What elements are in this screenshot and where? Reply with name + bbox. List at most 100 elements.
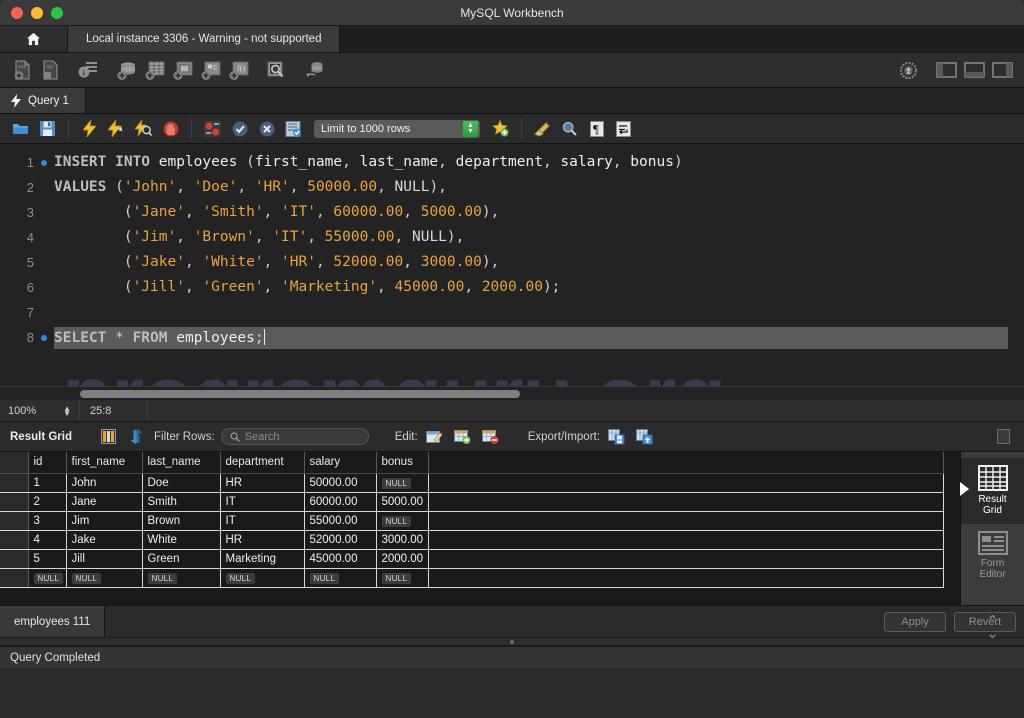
column-header[interactable] xyxy=(428,452,944,474)
table-cell[interactable]: NULL xyxy=(376,568,429,588)
row-selector-cell[interactable] xyxy=(0,568,29,588)
table-cell[interactable]: 50000.00 xyxy=(304,472,377,493)
editor-scrollbar-thumb[interactable] xyxy=(80,390,520,398)
revert-button[interactable]: Revert xyxy=(954,611,1016,632)
toggle-secondary-sidebar-button[interactable] xyxy=(988,57,1016,83)
new-sql-file-button[interactable]: SQL xyxy=(8,57,36,83)
row-limit-select[interactable]: Limit to 1000 rows ▲ ▼ xyxy=(314,119,480,138)
column-header[interactable]: bonus xyxy=(376,452,429,474)
table-cell[interactable]: Smith xyxy=(142,492,221,512)
server-info-button[interactable]: i xyxy=(74,57,102,83)
find-button[interactable] xyxy=(557,117,582,141)
table-cell[interactable]: 45000.00 xyxy=(304,549,377,569)
table-cell[interactable]: 52000.00 xyxy=(304,530,377,550)
filter-columns-button[interactable] xyxy=(98,426,120,448)
table-cell[interactable]: NULL xyxy=(376,472,429,493)
editor-zoom-stepper-icon[interactable]: ▲ ▼ xyxy=(63,404,71,417)
column-header[interactable]: salary xyxy=(304,452,377,474)
table-cell[interactable]: Green xyxy=(142,549,221,569)
editor-zoom-control[interactable]: 100% ▲ ▼ xyxy=(0,400,80,421)
explain-statement-button[interactable] xyxy=(131,117,156,141)
row-limit-stepper[interactable]: ▲ ▼ xyxy=(463,120,478,137)
table-cell[interactable]: 3 xyxy=(28,511,67,531)
close-window-button[interactable] xyxy=(11,6,23,19)
table-cell[interactable]: IT xyxy=(220,492,305,512)
save-script-button[interactable] xyxy=(35,117,60,141)
minimize-window-button[interactable] xyxy=(31,6,43,19)
table-cell[interactable]: 4 xyxy=(28,530,67,550)
toggle-output-button[interactable] xyxy=(960,57,988,83)
toggle-breakpoint-button[interactable] xyxy=(200,117,225,141)
connection-tab[interactable]: Local instance 3306 - Warning - not supp… xyxy=(68,26,341,52)
column-header[interactable]: department xyxy=(220,452,305,474)
table-cell[interactable]: Jill xyxy=(66,549,143,569)
delete-row-button[interactable] xyxy=(480,426,502,448)
execute-statement-button[interactable] xyxy=(77,117,102,141)
export-recordset-button[interactable] xyxy=(606,426,628,448)
table-cell[interactable]: 2 xyxy=(28,492,67,512)
new-function-button[interactable]: f() xyxy=(224,57,252,83)
row-selector-cell[interactable] xyxy=(0,472,29,493)
autocommit-button[interactable] xyxy=(281,117,306,141)
table-cell[interactable] xyxy=(428,511,944,531)
code-line[interactable]: 2 VALUES ('John', 'Doe', 'HR', 50000.00, … xyxy=(0,175,1024,200)
toggle-sidebar-button[interactable] xyxy=(932,57,960,83)
table-cell[interactable]: HR xyxy=(220,530,305,550)
sql-code-area[interactable]: 1 INSERT INTO employees (first_name, last… xyxy=(0,144,1024,350)
table-row[interactable]: NULL NULL NULL NULL NULL NULL xyxy=(0,568,944,588)
table-cell[interactable]: NULL xyxy=(66,568,143,588)
table-cell[interactable]: 2000.00 xyxy=(376,549,429,569)
table-cell[interactable]: Jane xyxy=(66,492,143,512)
result-set-tab[interactable]: employees 111 xyxy=(0,606,106,637)
open-script-button[interactable] xyxy=(8,117,33,141)
table-cell[interactable]: HR xyxy=(220,472,305,493)
table-cell[interactable] xyxy=(428,549,944,569)
wrap-lines-button[interactable] xyxy=(611,117,636,141)
side-item-result-grid[interactable]: Result Grid xyxy=(960,458,1024,524)
table-row[interactable]: 2 Jane Smith IT 60000.00 5000.00 xyxy=(0,492,944,512)
insert-row-button[interactable] xyxy=(452,426,474,448)
table-cell[interactable]: White xyxy=(142,530,221,550)
table-cell[interactable] xyxy=(428,472,944,493)
table-cell[interactable]: Doe xyxy=(142,472,221,493)
maximize-window-button[interactable] xyxy=(51,6,63,19)
beautify-query-button[interactable] xyxy=(488,117,513,141)
table-cell[interactable]: NULL xyxy=(220,568,305,588)
new-schema-button[interactable] xyxy=(112,57,140,83)
query-tab[interactable]: Query 1 xyxy=(0,88,86,113)
row-selector-cell[interactable] xyxy=(0,530,29,550)
settings-gear-button[interactable] xyxy=(894,57,922,83)
result-grid-table[interactable]: id first_name last_name department salary bon… xyxy=(0,452,944,588)
result-grid-vertical-scrollbar[interactable] xyxy=(950,473,960,605)
row-selector-cell[interactable] xyxy=(0,511,29,531)
rollback-button[interactable] xyxy=(254,117,279,141)
table-cell[interactable]: 5000.00 xyxy=(376,492,429,512)
expand-collapse-chevrons-icon[interactable]: ⌃ ⌄ xyxy=(986,614,999,641)
column-header[interactable]: last_name xyxy=(142,452,221,474)
table-cell[interactable]: 3000.00 xyxy=(376,530,429,550)
table-cell[interactable]: NULL xyxy=(142,568,221,588)
code-line[interactable]: 4 ('Jim', 'Brown', 'IT', 55000.00, NULL)… xyxy=(0,225,1024,250)
result-grid-body[interactable]: 1 John Doe HR 50000.00 NULL 2 Jane Smith IT 60000.… xyxy=(0,472,944,588)
code-line[interactable]: 3 ('Jane', 'Smith', 'IT', 60000.00, 5000… xyxy=(0,200,1024,225)
table-cell[interactable]: Brown xyxy=(142,511,221,531)
table-cell[interactable] xyxy=(428,492,944,512)
code-line[interactable]: 7 xyxy=(0,300,1024,325)
side-item-form-editor[interactable]: Form Editor xyxy=(961,524,1024,588)
new-procedure-button[interactable] xyxy=(196,57,224,83)
code-line[interactable]: 1 INSERT INTO employees (first_name, last… xyxy=(0,150,1024,175)
result-grid-host[interactable]: id first_name last_name department salary bon… xyxy=(0,452,960,605)
filter-rows-search-input[interactable]: Search xyxy=(220,428,369,445)
bottom-splitter[interactable] xyxy=(0,637,1024,646)
table-cell[interactable]: Jim xyxy=(66,511,143,531)
commit-button[interactable] xyxy=(227,117,252,141)
table-row[interactable]: 3 Jim Brown IT 55000.00 NULL xyxy=(0,511,944,531)
new-table-button[interactable] xyxy=(140,57,168,83)
clear-query-button[interactable] xyxy=(530,117,555,141)
table-cell[interactable]: IT xyxy=(220,511,305,531)
sql-editor[interactable]: 1 INSERT INTO employees (first_name, last… xyxy=(0,144,1024,400)
toggle-invisible-chars-button[interactable]: ¶ xyxy=(584,117,609,141)
code-line[interactable]: 6 ('Jill', 'Green', 'Marketing', 45000.0… xyxy=(0,275,1024,300)
column-header[interactable]: first_name xyxy=(66,452,143,474)
code-line[interactable]: 5 ('Jake', 'White', 'HR', 52000.00, 3000… xyxy=(0,250,1024,275)
